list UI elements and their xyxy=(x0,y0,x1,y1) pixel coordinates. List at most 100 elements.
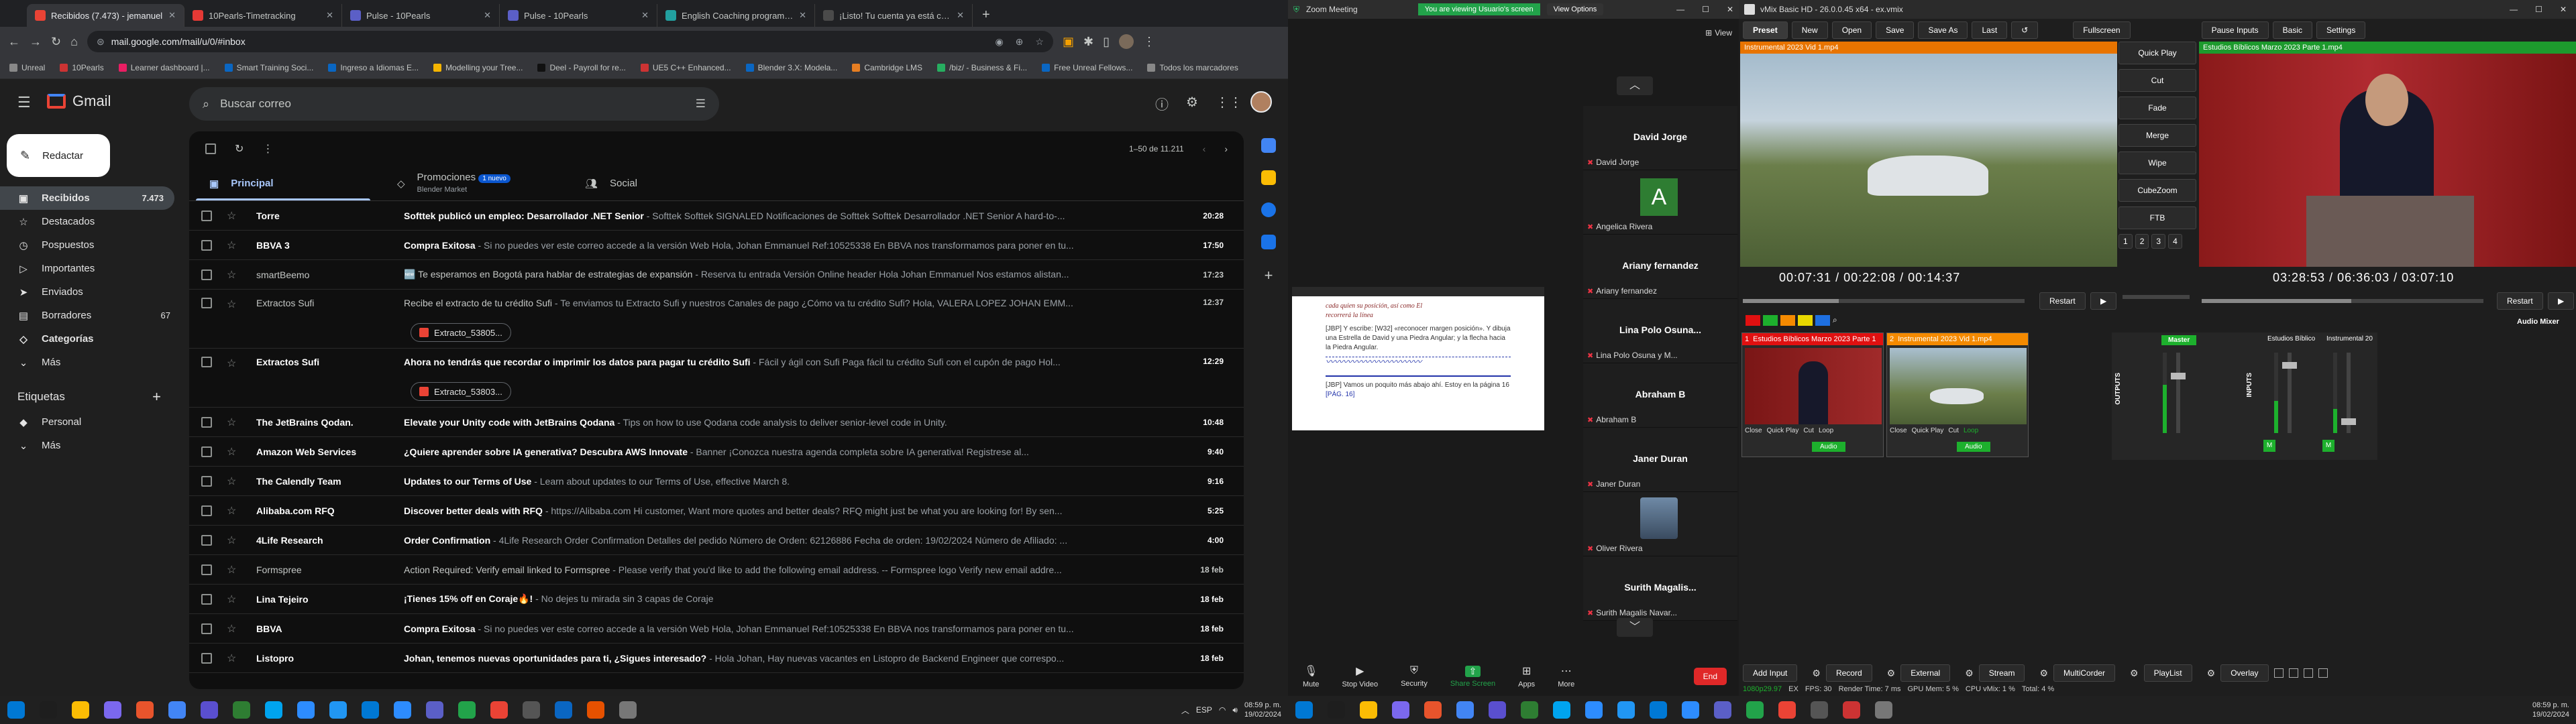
minimize-icon[interactable]: — xyxy=(1676,5,1684,14)
nav-item-important[interactable]: ▷ Importantes xyxy=(0,257,181,280)
transition-1-button[interactable]: 1 xyxy=(2118,234,2133,249)
email-row[interactable]: ☆ smartBeemo 🆕 Te esperamos en Bogotá para… xyxy=(189,260,1244,290)
bookmark-item[interactable]: Unreal xyxy=(9,63,45,72)
select-all-checkbox[interactable] xyxy=(205,143,216,154)
merge-button[interactable]: Merge xyxy=(2118,124,2196,147)
star-icon[interactable]: ☆ xyxy=(227,652,241,665)
taskbar-app-icon[interactable] xyxy=(1714,701,1731,719)
bookmark-item[interactable]: Learner dashboard |... xyxy=(118,63,210,72)
bookmark-item[interactable]: /biz/ - Business & Fi... xyxy=(937,63,1027,72)
participant-tile[interactable]: Abraham B ✖ Abraham B xyxy=(1583,363,1737,428)
star-icon[interactable]: ☆ xyxy=(227,475,241,488)
taskbar-app-icon[interactable] xyxy=(1295,701,1313,719)
settings-button[interactable]: Settings xyxy=(2316,21,2366,39)
taskbar-app-icon[interactable] xyxy=(587,701,604,719)
preview-seek-bar[interactable] xyxy=(1743,299,2025,303)
stream-button[interactable]: Stream xyxy=(1978,664,2025,682)
input-2-audio-button[interactable]: Audio xyxy=(1957,442,1990,452)
star-icon[interactable]: ☆ xyxy=(227,357,241,370)
close-input-button[interactable]: Close xyxy=(1890,427,1907,434)
gear-icon[interactable]: ⚙ xyxy=(2039,668,2048,679)
fullscreen-button[interactable]: Fullscreen xyxy=(2073,21,2131,39)
star-icon[interactable]: ☆ xyxy=(227,622,241,636)
eye-icon[interactable]: ◉ xyxy=(995,36,1003,48)
nav-item-draft[interactable]: ▤ Borradores 67 xyxy=(0,304,181,327)
taskbar-app-icon[interactable] xyxy=(1585,701,1603,719)
email-checkbox[interactable] xyxy=(201,239,212,251)
taskbar-app-icon[interactable] xyxy=(40,701,57,719)
color-button-blue[interactable] xyxy=(1815,315,1830,326)
transition-4-button[interactable]: 4 xyxy=(2168,234,2182,249)
ftb-button[interactable]: FTB xyxy=(2118,206,2196,229)
gear-icon[interactable]: ⚙ xyxy=(2130,668,2139,679)
bookmark-item[interactable]: Modelling your Tree... xyxy=(433,63,523,72)
open-button[interactable]: Open xyxy=(1831,21,1872,39)
layout-1-icon[interactable] xyxy=(2273,668,2284,678)
address-bar[interactable]: ⊜ mail.google.com/mail/u/0/#inbox ◉ ⊕ ☆ xyxy=(87,31,1053,52)
close-tab-icon[interactable]: ✕ xyxy=(957,10,964,21)
participant-tile[interactable]: Lina Polo Osuna... ✖ Lina Polo Osuna y M..… xyxy=(1583,299,1737,363)
close-tab-icon[interactable]: ✕ xyxy=(799,10,806,21)
taskbar-app-icon[interactable] xyxy=(233,701,250,719)
email-row[interactable]: ☆ 4Life Research Order Confirmation - 4Lif… xyxy=(189,526,1244,555)
star-icon[interactable]: ☆ xyxy=(227,416,241,429)
layout-4-icon[interactable] xyxy=(2318,668,2328,678)
gear-icon[interactable]: ⚙ xyxy=(2207,668,2216,679)
color-button-green[interactable] xyxy=(1763,315,1778,326)
bookmark-item[interactable]: Free Unreal Fellows... xyxy=(1042,63,1132,72)
tasks-icon[interactable] xyxy=(1261,202,1276,217)
star-icon[interactable]: ☆ xyxy=(227,563,241,577)
tab-promociones[interactable]: ◇ Promociones 1 nuevo Blender Market xyxy=(377,166,565,200)
more-options-icon[interactable]: ⋮ xyxy=(262,142,273,156)
output-video[interactable]: Estudios Bíblicos Marzo 2023 Parte 1.mp4 xyxy=(2199,42,2576,267)
email-row[interactable]: ☆ Formspree Action Required: Verify email … xyxy=(189,555,1244,585)
taskbar-app-icon[interactable] xyxy=(1553,701,1570,719)
taskbar-app-icon[interactable] xyxy=(1811,701,1828,719)
label-item[interactable]: ⌄ Más xyxy=(0,434,181,457)
home-icon[interactable]: ⌂ xyxy=(70,35,78,49)
color-button-orange[interactable] xyxy=(1780,315,1795,326)
preset-button[interactable]: Preset xyxy=(1743,21,1788,39)
email-checkbox[interactable] xyxy=(201,593,212,605)
bookmark-item[interactable]: Cambridge LMS xyxy=(852,63,922,72)
email-row[interactable]: ☆ BBVA 3 Compra Exitosa - Si no puedes ver… xyxy=(189,231,1244,260)
nav-item-label[interactable]: ◇ Categorías xyxy=(0,327,181,351)
next-page-icon[interactable]: › xyxy=(1224,143,1228,154)
email-checkbox[interactable] xyxy=(201,269,212,280)
add-input-button[interactable]: Add Input xyxy=(1743,664,1798,682)
bookmark-item[interactable]: Smart Training Soci... xyxy=(224,63,313,72)
taskbar-app-icon[interactable] xyxy=(555,701,572,719)
attachment-chip[interactable]: Extracto_53803... xyxy=(411,382,511,401)
taskbar-app-icon[interactable] xyxy=(168,701,186,719)
transition-3-button[interactable]: 3 xyxy=(2151,234,2166,249)
bookmark-item[interactable]: UE5 C++ Enhanced... xyxy=(640,63,731,72)
reload-icon[interactable]: ↻ xyxy=(51,35,61,49)
prev-page-icon[interactable]: ‹ xyxy=(1203,143,1206,154)
audio-mixer-toggle[interactable]: Audio Mixer xyxy=(2517,318,2559,326)
chrome-tab[interactable]: Pulse - 10Pearls ✕ xyxy=(342,4,500,27)
quick-play-input-button[interactable]: Quick Play xyxy=(1767,427,1799,434)
preview-play-icon[interactable]: ▶ xyxy=(2090,292,2117,310)
email-row[interactable]: ☆ The JetBrains Qodan. Elevate your Unity … xyxy=(189,408,1244,437)
taskbar-app-icon[interactable] xyxy=(7,701,25,719)
add-addon-icon[interactable]: + xyxy=(1265,267,1273,284)
chrome-tab[interactable]: ¡Listo! Tu cuenta ya está creada ✕ xyxy=(815,4,973,27)
taskbar-app-icon[interactable] xyxy=(136,701,154,719)
close-icon[interactable]: ✕ xyxy=(2560,5,2567,14)
taskbar-app-icon[interactable] xyxy=(490,701,508,719)
tab-principal[interactable]: ▣ Principal xyxy=(189,166,377,200)
input-2[interactable]: 2 Instrumental 2023 Vid 1.mp4 Close Quick… xyxy=(1886,333,2029,457)
view-button[interactable]: ⊞ View xyxy=(1705,28,1732,38)
bookmark-item[interactable]: Ingreso a Idiomas E... xyxy=(328,63,419,72)
master-fader[interactable] xyxy=(2171,353,2186,433)
gear-icon[interactable]: ⚙ xyxy=(1887,668,1896,679)
color-button-yellow[interactable] xyxy=(1798,315,1813,326)
chrome-tab[interactable]: Pulse - 10Pearls ✕ xyxy=(500,4,657,27)
email-checkbox[interactable] xyxy=(201,446,212,457)
compose-button[interactable]: ✎ Redactar xyxy=(7,134,110,177)
email-checkbox[interactable] xyxy=(201,652,212,664)
email-checkbox[interactable] xyxy=(201,298,212,308)
taskbar-app-icon[interactable] xyxy=(1392,701,1409,719)
output-play-icon[interactable]: ▶ xyxy=(2548,292,2575,310)
nav-item-inbox[interactable]: ▣ Recibidos 7.473 xyxy=(0,186,174,210)
